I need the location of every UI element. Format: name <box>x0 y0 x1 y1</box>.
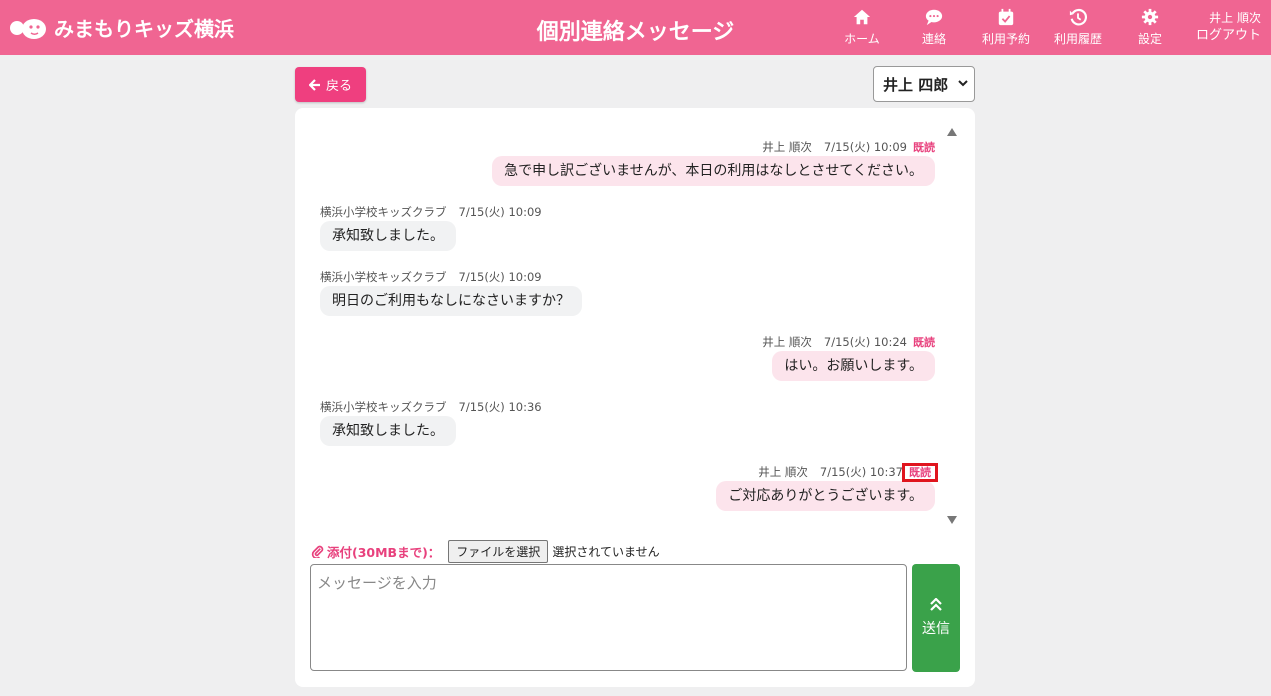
nav-messages-label: 連絡 <box>921 32 946 46</box>
file-status: 選択されていません <box>552 545 660 559</box>
top-bar: みまもりキッズ横浜 個別連絡メッセージ ホーム 連絡 利用予約 利用履歴 設定 … <box>0 0 1271 55</box>
file-select-button[interactable]: ファイルを選択 <box>448 540 549 563</box>
attachment-label-text: 添付(30MBまで)： <box>327 545 441 560</box>
message-item: 横浜小学校キッズクラブ 7/15(火) 10:09 明日のご利用もなしになさいます… <box>320 270 582 316</box>
message-item: 井上 順次 7/15(火) 10:09 既読 急で申し訳ございませんが、本日の利用は… <box>492 140 935 186</box>
home-icon <box>853 9 871 25</box>
message-sender: 横浜小学校キッズクラブ <box>320 270 447 284</box>
scroll-up-arrow-icon[interactable] <box>947 128 957 136</box>
nav-settings[interactable]: 設定 <box>1114 8 1186 50</box>
user-name: 井上 順次 <box>1209 11 1261 25</box>
chat-icon <box>925 9 943 26</box>
arrow-left-icon <box>308 78 320 91</box>
message-bubble: 急で申し訳ございませんが、本日の利用はなしとさせてください。 <box>492 156 935 186</box>
message-list[interactable]: 井上 順次 7/15(火) 10:09 既読 急で申し訳ございませんが、本日の利用は… <box>315 128 940 523</box>
message-item: 横浜小学校キッズクラブ 7/15(火) 10:09 承知致しました。 <box>320 205 542 251</box>
message-item: 井上 順次 7/15(火) 10:37 既読 ご対応ありがとうございます。 <box>716 463 938 511</box>
message-meta: 井上 順次 7/15(火) 10:37 既読 <box>716 463 938 482</box>
read-badge-highlighted: 既読 <box>902 463 938 482</box>
message-bubble: 承知致しました。 <box>320 416 456 446</box>
logout-link[interactable]: ログアウト <box>1196 27 1261 45</box>
message-input[interactable]: メッセージを入力 <box>310 564 907 671</box>
user-area: 井上 順次 ログアウト <box>1196 9 1261 45</box>
nav-settings-label: 設定 <box>1137 32 1162 46</box>
message-meta: 井上 順次 7/15(火) 10:09 既読 <box>492 140 935 156</box>
read-badge: 既読 <box>913 336 935 349</box>
message-sender: 井上 順次 <box>758 465 808 479</box>
message-time: 7/15(火) 10:09 <box>823 140 907 154</box>
message-meta: 横浜小学校キッズクラブ 7/15(火) 10:36 <box>320 400 542 416</box>
message-sender: 横浜小学校キッズクラブ <box>320 400 447 414</box>
message-item: 井上 順次 7/15(火) 10:24 既読 はい。お願いします。 <box>762 335 935 381</box>
double-chevron-up-icon <box>930 598 942 611</box>
message-panel: 井上 順次 7/15(火) 10:09 既読 急で申し訳ございませんが、本日の利用は… <box>295 108 975 687</box>
attachment-row: 添付(30MBまで)： ファイルを選択 選択されていません <box>311 540 660 563</box>
nav-history-label: 利用履歴 <box>1053 32 1102 46</box>
nav-reservation-label: 利用予約 <box>981 32 1030 46</box>
message-bubble: ご対応ありがとうございます。 <box>716 481 935 511</box>
message-bubble: 明日のご利用もなしになさいますか？ <box>320 286 582 316</box>
scroll-down-arrow-icon[interactable] <box>947 516 957 524</box>
gear-icon <box>1141 8 1159 26</box>
send-button[interactable]: 送信 <box>912 564 960 672</box>
message-time: 7/15(火) 10:09 <box>458 205 542 219</box>
message-meta: 井上 順次 7/15(火) 10:24 既読 <box>762 335 935 351</box>
message-bubble: 承知致しました。 <box>320 221 456 251</box>
nav-history[interactable]: 利用履歴 <box>1042 8 1114 50</box>
message-item: 横浜小学校キッズクラブ 7/15(火) 10:36 承知致しました。 <box>320 400 542 446</box>
message-meta: 横浜小学校キッズクラブ 7/15(火) 10:09 <box>320 205 542 221</box>
recipient-selected: 井上 四郎 <box>883 75 949 94</box>
nav-messages[interactable]: 連絡 <box>898 8 970 50</box>
nav-reservation[interactable]: 利用予約 <box>970 8 1042 50</box>
message-meta: 横浜小学校キッズクラブ 7/15(火) 10:09 <box>320 270 582 286</box>
calendar-check-icon <box>998 8 1014 26</box>
chevron-down-icon <box>958 80 968 87</box>
history-icon <box>1069 8 1087 26</box>
message-time: 7/15(火) 10:37 <box>819 465 903 479</box>
message-sender: 横浜小学校キッズクラブ <box>320 205 447 219</box>
send-button-label: 送信 <box>922 621 950 637</box>
message-bubble: はい。お願いします。 <box>772 351 935 381</box>
paperclip-icon <box>311 545 324 558</box>
message-time: 7/15(火) 10:36 <box>458 400 542 414</box>
message-sender: 井上 順次 <box>762 140 812 154</box>
read-badge: 既読 <box>913 141 935 154</box>
recipient-select[interactable]: 井上 四郎 <box>873 66 975 102</box>
nav-home-label: ホーム <box>844 32 880 46</box>
message-time: 7/15(火) 10:24 <box>823 335 907 349</box>
attachment-label: 添付(30MBまで)： <box>311 542 440 561</box>
back-button[interactable]: 戻る <box>295 67 366 102</box>
main-nav: ホーム 連絡 利用予約 利用履歴 設定 <box>826 8 1186 50</box>
message-sender: 井上 順次 <box>762 335 812 349</box>
message-time: 7/15(火) 10:09 <box>458 270 542 284</box>
back-button-label: 戻る <box>325 79 352 94</box>
nav-home[interactable]: ホーム <box>826 8 898 50</box>
